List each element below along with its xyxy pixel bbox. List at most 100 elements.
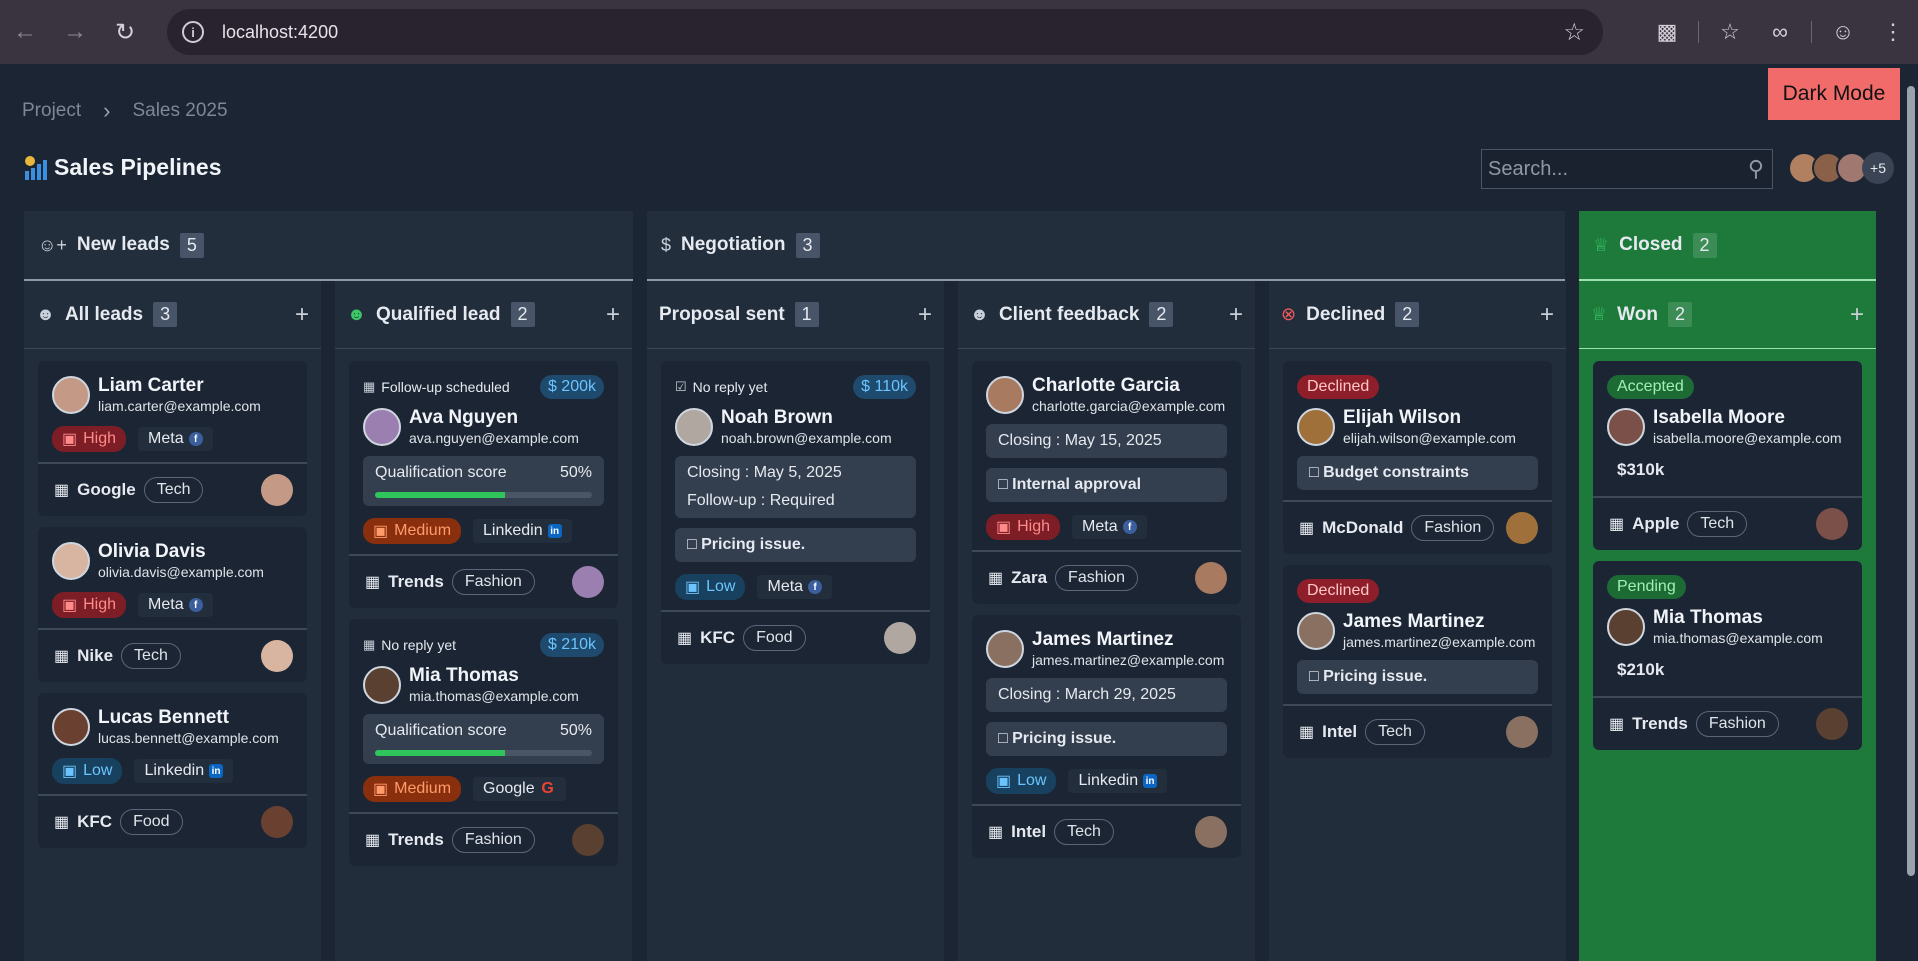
scrollbar-thumb[interactable] xyxy=(1907,86,1915,876)
add-card-button[interactable]: + xyxy=(606,301,620,329)
status-badge: Declined xyxy=(1297,375,1380,399)
profile-icon[interactable]: ☺ xyxy=(1818,19,1868,45)
source-badge: Linkedin in xyxy=(1068,769,1168,793)
more-members-badge[interactable]: +5 xyxy=(1862,152,1894,184)
add-card-button[interactable]: + xyxy=(1850,301,1864,329)
closing-date: Closing : May 5, 2025 xyxy=(687,464,842,481)
priority-label: Medium xyxy=(394,522,452,539)
add-card-button[interactable]: + xyxy=(295,301,309,329)
owner-avatar xyxy=(261,474,293,506)
building-icon: ▦ xyxy=(1299,520,1315,537)
breadcrumb: Project › Sales 2025 xyxy=(22,98,228,124)
source-badge: Meta f xyxy=(138,427,213,451)
search-input[interactable] xyxy=(1482,157,1722,181)
priority-badge: ▣ Medium xyxy=(363,518,462,544)
source-badge: Linkedin in xyxy=(134,759,234,783)
qualification-label: Qualification score xyxy=(375,722,507,739)
qualification-bar xyxy=(375,750,506,756)
lead-name: Mia Thomas xyxy=(409,665,519,686)
comment-icon: □ xyxy=(1309,464,1319,481)
calendar-check-icon: ☑ xyxy=(675,379,687,394)
building-icon: ▦ xyxy=(677,630,693,647)
comment-icon: □ xyxy=(1309,668,1319,685)
column-count: 1 xyxy=(794,302,819,327)
add-card-button[interactable]: + xyxy=(1540,301,1554,329)
lead-card[interactable]: Liam Carter liam.carter@example.com ▣ Hig… xyxy=(38,361,307,516)
source-label: Meta xyxy=(148,430,184,447)
industry-tag: Tech xyxy=(1054,819,1114,845)
lead-card[interactable]: ▦ Follow-up scheduled $ 200k Ava Nguyen … xyxy=(349,361,618,608)
lead-card[interactable]: Lucas Bennett lucas.bennett@example.com … xyxy=(38,693,307,848)
facebook-icon: f xyxy=(1122,520,1137,534)
lead-card[interactable]: Pending Mia Thomas mia.thomas@example.co… xyxy=(1593,561,1862,750)
group-new-leads: ☺+ New leads 5 xyxy=(24,211,633,281)
lead-card[interactable]: ☑ No reply yet $ 110k Noah Brown noah.br… xyxy=(661,361,930,664)
breadcrumb-project[interactable]: Project xyxy=(22,100,81,122)
lead-card[interactable]: Charlotte Garcia charlotte.garcia@exampl… xyxy=(972,361,1241,604)
add-card-button[interactable]: + xyxy=(918,301,932,329)
industry-tag: Tech xyxy=(121,643,181,669)
group-negotiation: $ Negotiation 3 xyxy=(647,211,1565,281)
source-label: Meta xyxy=(767,578,804,595)
site-info-icon[interactable]: i xyxy=(182,21,204,43)
source-label: Linkedin xyxy=(1078,772,1139,789)
reload-icon[interactable]: ↻ xyxy=(100,0,150,64)
menu-kebab-icon[interactable]: ⋮ xyxy=(1868,19,1918,45)
bookmark-star-icon[interactable]: ☆ xyxy=(1563,18,1585,47)
linkedin-icon: in xyxy=(209,764,224,778)
deal-amount: $ 110k xyxy=(853,375,916,399)
page-scrollbar[interactable] xyxy=(1904,64,1918,961)
lead-email: liam.carter@example.com xyxy=(98,398,261,414)
closing-date: Closing : May 15, 2025 xyxy=(986,424,1227,458)
lead-name: Olivia Davis xyxy=(98,541,206,562)
status-badge: Accepted xyxy=(1607,375,1694,399)
avatar xyxy=(1607,607,1645,646)
extensions-icon[interactable]: ▩ xyxy=(1642,19,1692,45)
column-count: 3 xyxy=(153,302,178,327)
owner-avatar xyxy=(1816,508,1848,540)
breadcrumb-sales-2025[interactable]: Sales 2025 xyxy=(132,100,227,122)
search-icon[interactable]: ⚲ xyxy=(1748,156,1764,182)
owner-avatar xyxy=(1506,716,1538,748)
lead-email: isabella.moore@example.com xyxy=(1653,430,1842,446)
industry-tag: Food xyxy=(120,809,183,835)
add-card-button[interactable]: + xyxy=(1229,301,1243,329)
group-icon: ☻ xyxy=(970,304,989,324)
link-icon[interactable]: ∞ xyxy=(1755,19,1805,45)
source-badge: Linkedin in xyxy=(473,519,572,543)
source-label: Linkedin xyxy=(483,522,543,539)
priority-badge: ▣ High xyxy=(52,592,127,618)
favorites-icon[interactable]: ☆ xyxy=(1705,19,1755,45)
lead-email: mia.thomas@example.com xyxy=(1653,630,1823,646)
address-bar[interactable]: i localhost:4200 ☆ xyxy=(167,9,1603,55)
lead-card[interactable]: Declined Elijah Wilson elijah.wilson@exa… xyxy=(1283,361,1552,554)
closing-info: Closing : May 5, 2025 Follow-up : Requir… xyxy=(675,456,916,518)
lead-card[interactable]: Declined James Martinez james.martinez@e… xyxy=(1283,565,1552,758)
trophy-icon: ♕ xyxy=(1593,234,1610,255)
column-label: All leads xyxy=(64,303,144,325)
lead-card[interactable]: ▦ No reply yet $ 210k Mia Thomas mia.tho… xyxy=(349,619,618,866)
calendar-icon: ▦ xyxy=(363,379,376,394)
qualification-score: Qualification score 50% xyxy=(363,714,604,764)
lead-card[interactable]: Accepted Isabella Moore isabella.moore@e… xyxy=(1593,361,1862,550)
lead-card[interactable]: James Martinez james.martinez@example.co… xyxy=(972,615,1241,858)
group-label: Negotiation xyxy=(681,234,786,255)
column-client-feedback: ☻ Client feedback 2 + Charlotte Garcia c… xyxy=(958,281,1255,961)
note-text: Budget constraints xyxy=(1323,464,1469,481)
priority-badge: ▣ Medium xyxy=(363,776,462,802)
forward-icon[interactable]: → xyxy=(50,0,100,64)
status-badge: Declined xyxy=(1297,579,1380,603)
avatar xyxy=(675,407,713,446)
facebook-icon: f xyxy=(188,432,203,446)
lead-card[interactable]: Olivia Davis olivia.davis@example.com ▣ H… xyxy=(38,527,307,682)
lead-name: James Martinez xyxy=(1032,629,1174,650)
column-declined: ⊗ Declined 2 + Declined Elijah Wilson el… xyxy=(1269,281,1566,961)
company-name: Zara xyxy=(1011,568,1048,587)
dark-mode-button[interactable]: Dark Mode xyxy=(1768,68,1900,120)
priority-icon: ▣ xyxy=(685,579,701,596)
priority-badge: ▣ Low xyxy=(675,574,746,600)
search-box[interactable]: ⚲ xyxy=(1481,149,1773,189)
column-header: ⊗ Declined 2 + xyxy=(1269,281,1566,349)
back-icon[interactable]: ← xyxy=(0,0,50,64)
team-avatars[interactable]: +5 xyxy=(1788,152,1894,184)
